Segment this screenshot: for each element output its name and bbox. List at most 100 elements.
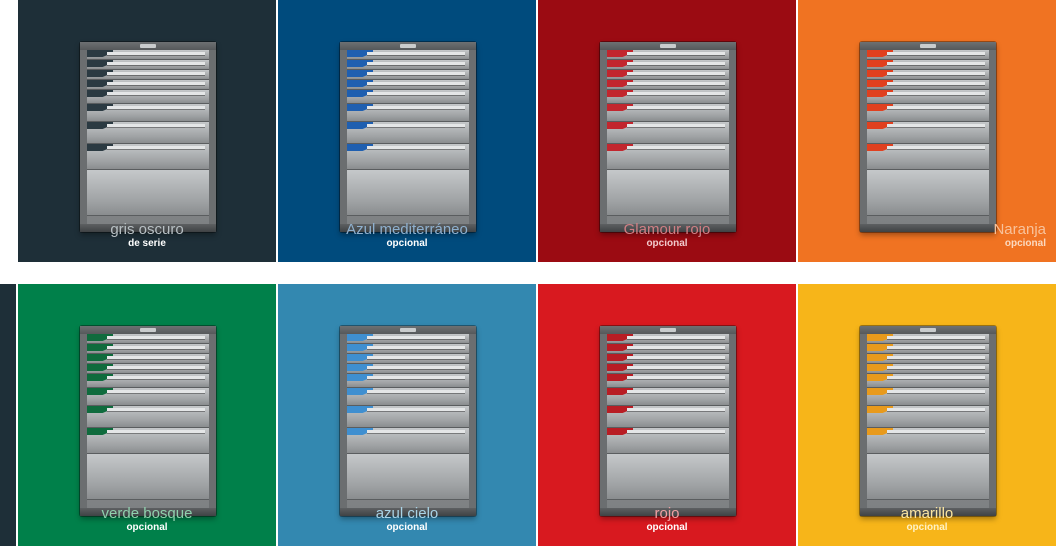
cabinet-drawer <box>867 344 989 354</box>
cabinet-drawer <box>87 80 209 90</box>
lock-icon <box>140 44 156 48</box>
swatch-azul-cielo[interactable]: azul cielo opcional <box>278 284 536 546</box>
cabinet-image <box>340 326 476 516</box>
drawer-handle <box>107 82 205 85</box>
drawer-handle <box>367 346 465 349</box>
drawer-handle <box>887 376 985 379</box>
cabinet-drawer <box>607 104 729 122</box>
cabinet-drawer <box>87 334 209 344</box>
swatch-name: rojo <box>654 505 680 522</box>
cabinet-drawer <box>607 374 729 388</box>
drawer-handle <box>367 82 465 85</box>
cabinet-drawer <box>347 344 469 354</box>
swatch-glamour-rojo[interactable]: Glamour rojo opcional <box>538 0 796 262</box>
swatch-name: Naranja <box>993 221 1046 238</box>
drawer-handle <box>627 376 725 379</box>
cabinet-drawer <box>347 374 469 388</box>
cabinet-side <box>80 50 87 224</box>
cabinet-image <box>600 326 736 516</box>
cabinet-drawer <box>867 70 989 80</box>
swatch-verde-bosque[interactable]: verde bosque opcional <box>18 284 276 546</box>
cabinet-image <box>860 42 996 232</box>
lock-icon <box>400 328 416 332</box>
cabinet-drawer <box>87 344 209 354</box>
cabinet-side <box>989 334 996 508</box>
cabinet-drawer <box>867 354 989 364</box>
cabinet-drawer <box>87 364 209 374</box>
drawer-handle <box>107 124 205 127</box>
cabinet-drawer <box>867 454 989 500</box>
drawer-handle <box>367 52 465 55</box>
swatch-naranja[interactable]: Naranja opcional <box>798 0 1056 262</box>
drawer-handle <box>367 146 465 149</box>
lock-icon <box>400 44 416 48</box>
cabinet-drawer <box>87 144 209 170</box>
swatch-rojo[interactable]: rojo opcional <box>538 284 796 546</box>
drawer-handle <box>367 366 465 369</box>
drawer-handle <box>887 356 985 359</box>
cabinet-drawer <box>607 406 729 428</box>
drawer-handle <box>107 408 205 411</box>
drawer-handle <box>107 430 205 433</box>
cabinet-drawer <box>607 70 729 80</box>
cabinet-side <box>729 50 736 224</box>
cabinet-side <box>469 50 476 224</box>
cabinet-drawer <box>347 388 469 406</box>
drawer-handle <box>887 106 985 109</box>
cabinet-drawer <box>87 122 209 144</box>
cabinet-drawer <box>867 144 989 170</box>
swatch-name: Azul mediterráneo <box>346 221 468 238</box>
cabinet-drawer <box>347 334 469 344</box>
cabinet-drawer <box>867 364 989 374</box>
drawer-handle <box>627 336 725 339</box>
drawer-handle <box>627 346 725 349</box>
cabinet-drawer <box>347 354 469 364</box>
swatch-amarillo[interactable]: amarillo opcional <box>798 284 1056 546</box>
drawer-handle <box>887 52 985 55</box>
cabinet-side <box>209 334 216 508</box>
drawer-handle <box>887 366 985 369</box>
swatch-azul-mediterraneo[interactable]: Azul mediterráneo opcional <box>278 0 536 262</box>
swatch-note: opcional <box>386 238 428 249</box>
cabinet-drawer <box>87 428 209 454</box>
drawer-handle <box>627 390 725 393</box>
cabinet-top <box>340 326 476 334</box>
cabinet-top <box>860 326 996 334</box>
cabinet-drawer <box>607 170 729 216</box>
drawer-handle <box>887 336 985 339</box>
cabinet-top <box>80 42 216 50</box>
cabinet-drawer <box>87 388 209 406</box>
drawer-handle <box>367 72 465 75</box>
cabinet-top <box>80 326 216 334</box>
drawer-handle <box>627 82 725 85</box>
drawer-handle <box>107 72 205 75</box>
drawer-handle <box>107 52 205 55</box>
cabinet-drawer <box>87 170 209 216</box>
drawer-handle <box>367 92 465 95</box>
drawer-handle <box>107 146 205 149</box>
lock-icon <box>660 328 676 332</box>
drawer-handle <box>367 62 465 65</box>
cabinet-drawer <box>347 364 469 374</box>
cabinet-drawer <box>87 374 209 388</box>
cabinet-drawer <box>347 60 469 70</box>
cabinet-drawer <box>87 50 209 60</box>
cabinet-drawer <box>607 354 729 364</box>
drawer-handle <box>627 124 725 127</box>
cabinet-drawer <box>87 454 209 500</box>
drawer-handle <box>627 146 725 149</box>
cabinet-top <box>340 42 476 50</box>
cabinet-drawer <box>87 354 209 364</box>
cabinet-drawer <box>607 344 729 354</box>
swatch-gris-oscuro[interactable]: gris oscuro de serie <box>18 0 276 262</box>
cabinet-drawer <box>607 334 729 344</box>
cabinet-drawer <box>607 454 729 500</box>
drawer-handle <box>367 106 465 109</box>
cabinet-drawer <box>87 406 209 428</box>
drawer-handle <box>627 106 725 109</box>
cabinet-drawer <box>607 90 729 104</box>
cabinet-drawer <box>607 144 729 170</box>
cabinet-drawer <box>867 90 989 104</box>
cabinet-drawer <box>867 122 989 144</box>
drawer-handle <box>107 336 205 339</box>
